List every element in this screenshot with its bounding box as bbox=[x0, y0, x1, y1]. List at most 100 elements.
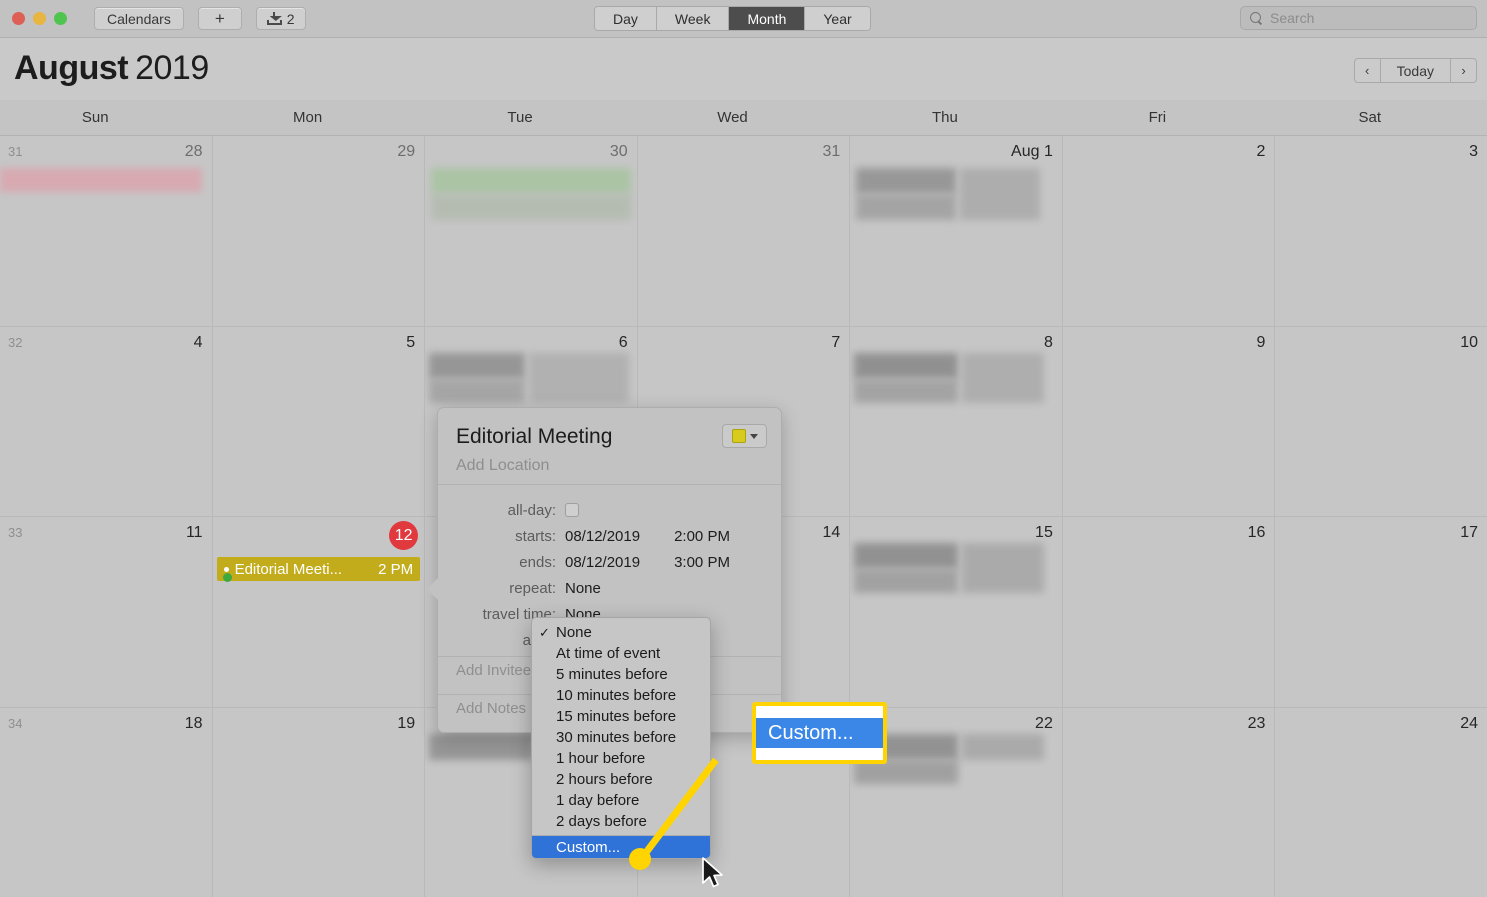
blurred-event-block bbox=[429, 733, 534, 760]
zoom-window-button[interactable] bbox=[54, 12, 67, 25]
day-cell-today[interactable]: 12 Editorial Meeti... 2 PM bbox=[212, 517, 425, 707]
view-segmented-control[interactable]: Day Week Month Year bbox=[594, 6, 871, 31]
tab-year[interactable]: Year bbox=[805, 7, 870, 30]
day-cell[interactable]: 33 11 bbox=[0, 517, 212, 707]
event-chip-editorial-meeting[interactable]: Editorial Meeti... 2 PM bbox=[216, 557, 421, 581]
day-cell[interactable]: 5 bbox=[212, 326, 425, 516]
menu-item-5-minutes-before[interactable]: 5 minutes before bbox=[532, 664, 710, 685]
weekday-thu: Thu bbox=[931, 109, 958, 126]
search-field[interactable]: Search bbox=[1240, 6, 1477, 30]
day-cell[interactable]: 17 bbox=[1275, 517, 1487, 707]
add-event-button[interactable]: + bbox=[197, 7, 242, 30]
day-number: 6 bbox=[618, 333, 628, 351]
day-cell[interactable]: Aug 1 bbox=[850, 136, 1062, 326]
menu-item-label: 1 day before bbox=[556, 792, 640, 809]
repeat-value[interactable]: None bbox=[565, 580, 601, 597]
menu-item-2-hours-before[interactable]: 2 hours before bbox=[532, 769, 710, 790]
day-cell[interactable]: 8 bbox=[850, 326, 1062, 516]
color-swatch-icon bbox=[731, 429, 746, 443]
callout-label: Custom... bbox=[768, 721, 854, 744]
day-cell[interactable]: 2 bbox=[1062, 136, 1275, 326]
day-cell[interactable]: 3 bbox=[1275, 136, 1487, 326]
blurred-event-block bbox=[960, 168, 1041, 220]
day-cell[interactable]: 10 bbox=[1275, 326, 1487, 516]
menu-item-custom[interactable]: Custom... bbox=[532, 836, 710, 858]
day-number: 8 bbox=[1043, 333, 1053, 351]
menu-item-15-minutes-before[interactable]: 15 minutes before bbox=[532, 706, 710, 727]
day-number: 2 bbox=[1256, 143, 1266, 160]
blurred-event-block bbox=[856, 194, 957, 220]
day-cell[interactable]: 19 bbox=[212, 707, 425, 897]
menu-item-10-minutes-before[interactable]: 10 minutes before bbox=[532, 685, 710, 706]
day-cell[interactable]: 31 bbox=[637, 136, 850, 326]
field-starts: starts: 08/12/2019 2:00 PM bbox=[438, 523, 781, 549]
day-cell[interactable]: 9 bbox=[1062, 326, 1275, 516]
calendar-app-window: Calendars + 2 Day Week Month Year Search… bbox=[0, 0, 1487, 897]
day-cell[interactable]: 24 bbox=[1275, 707, 1487, 897]
weekday-tue: Tue bbox=[507, 109, 533, 126]
menu-item-label: 15 minutes before bbox=[556, 708, 677, 725]
field-label: all-day: bbox=[507, 501, 556, 519]
popover-event-title[interactable]: Editorial Meeting bbox=[456, 425, 612, 449]
event-indicator-dot bbox=[222, 573, 232, 582]
day-cell[interactable]: 31 28 bbox=[0, 136, 212, 326]
blurred-event-block bbox=[854, 352, 959, 379]
all-day-checkbox[interactable] bbox=[565, 503, 579, 517]
add-notes-field[interactable]: Add Notes bbox=[456, 700, 526, 717]
weekday-wed: Wed bbox=[717, 109, 748, 126]
close-window-button[interactable] bbox=[12, 12, 25, 25]
blurred-event-block bbox=[431, 168, 632, 194]
day-cell[interactable]: 16 bbox=[1062, 517, 1275, 707]
menu-item-label: None bbox=[556, 624, 592, 641]
day-cell[interactable]: 32 4 bbox=[0, 326, 212, 516]
blurred-event-block bbox=[856, 168, 957, 194]
previous-month-button[interactable]: ‹ bbox=[1353, 58, 1381, 83]
day-cell[interactable]: 30 bbox=[425, 136, 637, 326]
tab-week[interactable]: Week bbox=[656, 7, 730, 30]
event-chip-time: 2 PM bbox=[378, 560, 414, 578]
menu-item-label: 2 days before bbox=[556, 813, 647, 830]
today-date-badge: 12 bbox=[389, 521, 419, 550]
menu-item-label: Custom... bbox=[556, 838, 621, 856]
callout-leader-knob bbox=[629, 848, 651, 870]
inbox-button[interactable]: 2 bbox=[255, 7, 306, 30]
menu-item-none[interactable]: ✓ None bbox=[532, 622, 710, 643]
day-cell[interactable]: 29 bbox=[212, 136, 425, 326]
ends-time-value[interactable]: 3:00 PM bbox=[674, 554, 730, 571]
add-invitees-field[interactable]: Add Invitees bbox=[456, 662, 539, 679]
tab-month[interactable]: Month bbox=[729, 7, 806, 30]
next-month-button[interactable]: › bbox=[1450, 58, 1477, 83]
download-tray-icon bbox=[266, 11, 282, 26]
event-color-picker[interactable] bbox=[722, 424, 767, 448]
date-navigation: ‹ Today › bbox=[1353, 58, 1477, 83]
blurred-event-block bbox=[854, 569, 959, 593]
day-number: 3 bbox=[1469, 143, 1478, 160]
blurred-event-block bbox=[854, 378, 959, 403]
day-number: 18 bbox=[184, 714, 203, 732]
menu-item-30-minutes-before[interactable]: 30 minutes before bbox=[532, 727, 710, 748]
day-number: 31 bbox=[822, 143, 841, 160]
day-number: Aug 1 bbox=[1011, 143, 1053, 160]
tab-day[interactable]: Day bbox=[595, 7, 657, 30]
menu-item-2-days-before[interactable]: 2 days before bbox=[532, 811, 710, 832]
blurred-event-block bbox=[429, 352, 526, 379]
search-placeholder: Search bbox=[1270, 10, 1315, 26]
menu-item-at-time-of-event[interactable]: At time of event bbox=[532, 643, 710, 664]
starts-date-value[interactable]: 08/12/2019 bbox=[565, 528, 640, 545]
day-cell[interactable]: 34 18 bbox=[0, 707, 212, 897]
day-cell[interactable]: 15 bbox=[850, 517, 1062, 707]
calendars-button[interactable]: Calendars bbox=[94, 7, 184, 30]
week-number: 33 bbox=[8, 525, 23, 540]
blurred-event-block bbox=[962, 733, 1045, 760]
popover-location-placeholder[interactable]: Add Location bbox=[456, 457, 549, 475]
minimize-window-button[interactable] bbox=[33, 12, 46, 25]
inbox-count-label: 2 bbox=[286, 10, 295, 27]
today-button[interactable]: Today bbox=[1380, 58, 1450, 83]
day-cell[interactable]: 23 bbox=[1062, 707, 1275, 897]
page-title: August 2019 bbox=[14, 49, 209, 88]
day-number: 9 bbox=[1256, 333, 1266, 351]
ends-date-value[interactable]: 08/12/2019 bbox=[565, 554, 640, 571]
starts-time-value[interactable]: 2:00 PM bbox=[674, 528, 730, 545]
menu-item-1-hour-before[interactable]: 1 hour before bbox=[532, 748, 710, 769]
day-number: 11 bbox=[185, 524, 203, 541]
